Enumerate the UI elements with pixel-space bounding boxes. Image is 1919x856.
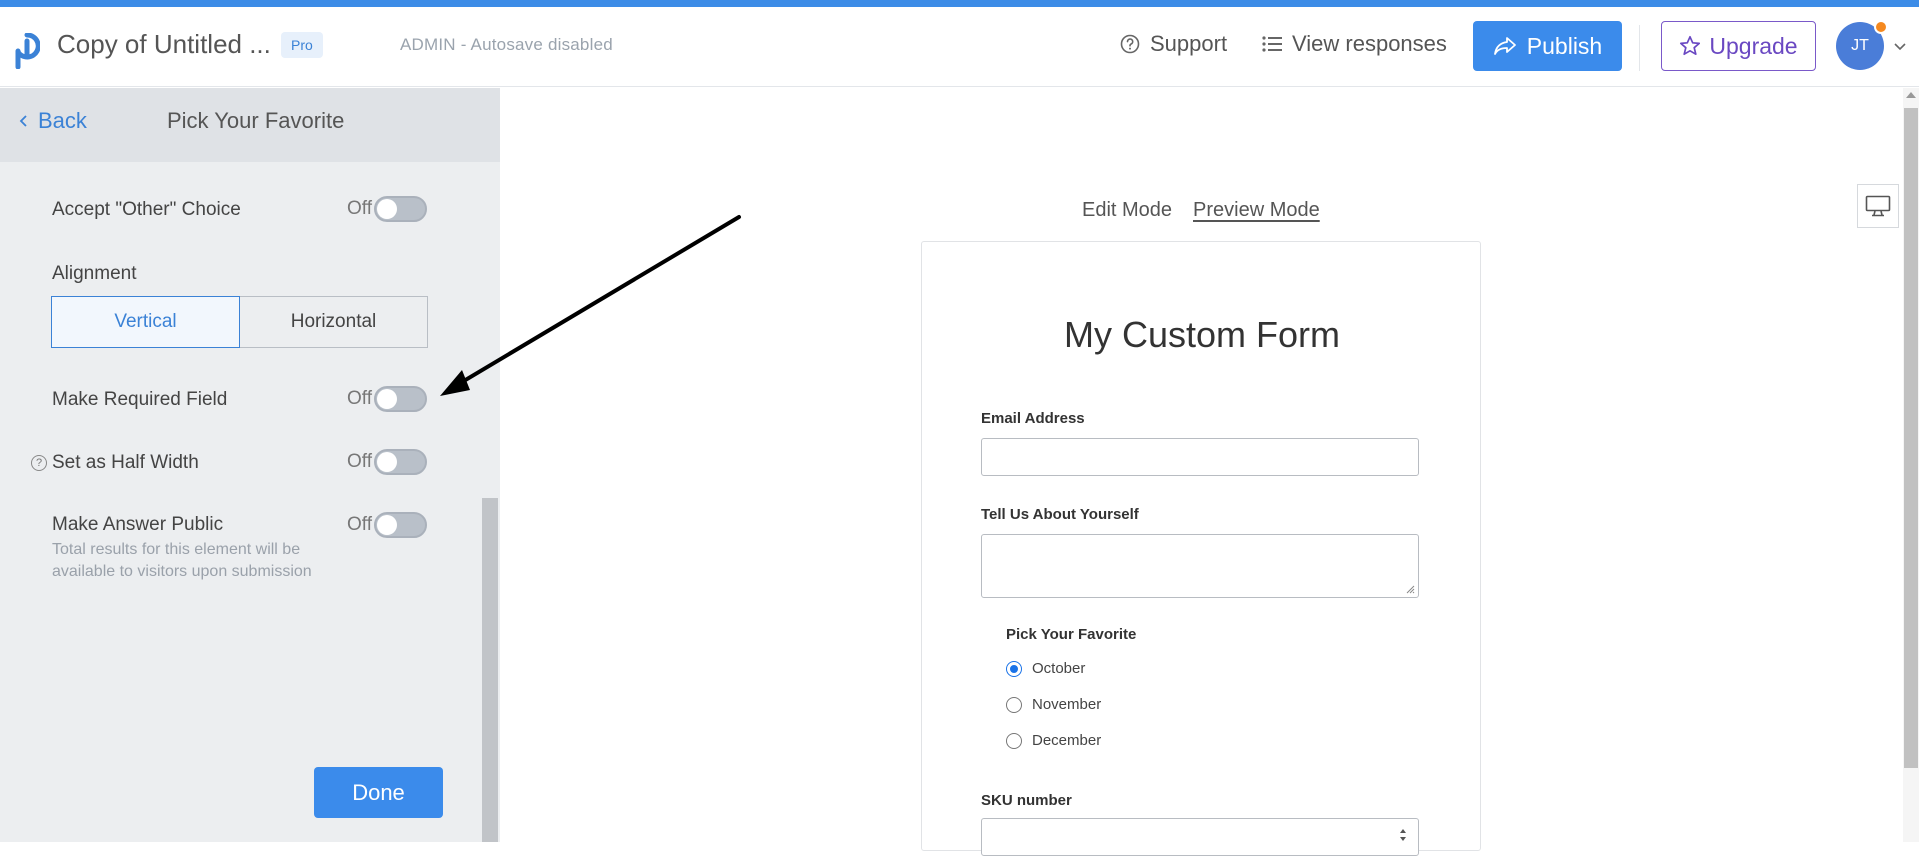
panel-scrollbar[interactable] xyxy=(482,498,498,842)
radio-december-button[interactable] xyxy=(1006,732,1022,749)
accept-other-toggle-group: Off xyxy=(347,196,427,222)
half-width-state: Off xyxy=(347,451,372,472)
radio-option-october[interactable]: October xyxy=(1006,660,1085,677)
alignment-segmented-control: Vertical Horizontal xyxy=(51,296,428,348)
half-width-toggle[interactable] xyxy=(374,449,427,475)
main-scrollbar-thumb[interactable] xyxy=(1904,108,1918,768)
radio-october-label: October xyxy=(1032,660,1086,677)
radio-october-button[interactable] xyxy=(1006,660,1022,677)
header-divider xyxy=(1639,25,1640,71)
panel-title: Pick Your Favorite xyxy=(167,108,345,133)
app-header: Copy of Untitled ... Pro ADMIN - Autosav… xyxy=(0,7,1919,87)
upgrade-label: Upgrade xyxy=(1709,32,1798,59)
chevron-down-icon[interactable] xyxy=(1893,42,1907,52)
alignment-vertical-option[interactable]: Vertical xyxy=(51,296,240,348)
accept-other-toggle[interactable] xyxy=(374,196,427,222)
done-button[interactable]: Done xyxy=(314,767,443,818)
public-answer-state: Off xyxy=(347,514,372,535)
question-circle-icon xyxy=(1120,34,1140,54)
panel-header: Back Pick Your Favorite xyxy=(0,88,500,162)
required-toggle[interactable] xyxy=(374,386,427,412)
preview-mode-tab[interactable]: Preview Mode xyxy=(1193,199,1320,222)
autosave-status: ADMIN - Autosave disabled xyxy=(400,35,613,54)
back-label: Back xyxy=(38,108,87,133)
required-state: Off xyxy=(347,388,372,409)
email-label: Email Address xyxy=(981,410,1085,427)
top-accent-stripe xyxy=(0,0,1919,7)
accept-other-state: Off xyxy=(347,198,372,219)
share-arrow-icon xyxy=(1493,37,1516,55)
public-answer-toggle-group: Off xyxy=(347,512,427,538)
public-answer-toggle[interactable] xyxy=(374,512,427,538)
email-field[interactable] xyxy=(981,438,1419,476)
public-answer-label: Make Answer Public xyxy=(52,514,224,535)
view-responses-link[interactable]: View responses xyxy=(1262,31,1447,57)
star-icon xyxy=(1680,35,1701,56)
list-icon xyxy=(1262,36,1282,52)
half-width-label: Set as Half Width xyxy=(52,452,199,473)
help-icon[interactable]: ? xyxy=(31,455,47,471)
form-card: My Custom Form Email Address Tell Us Abo… xyxy=(921,241,1481,856)
radio-november-label: November xyxy=(1032,696,1102,713)
chevron-left-icon xyxy=(19,115,27,127)
sku-label: SKU number xyxy=(981,792,1072,809)
radio-option-december[interactable]: December xyxy=(1006,732,1101,749)
sku-number-field[interactable] xyxy=(981,818,1419,856)
upgrade-button[interactable]: Upgrade xyxy=(1661,21,1816,71)
about-textarea[interactable] xyxy=(981,534,1419,598)
alignment-horizontal-option[interactable]: Horizontal xyxy=(240,296,428,348)
publish-label: Publish xyxy=(1526,32,1603,59)
resize-grip-icon[interactable] xyxy=(1405,584,1415,594)
about-label: Tell Us About Yourself xyxy=(981,506,1139,523)
public-answer-description: Total results for this element will be a… xyxy=(52,541,312,580)
number-spinner-icon[interactable] xyxy=(1398,827,1408,843)
radio-november-button[interactable] xyxy=(1006,696,1022,713)
publish-button[interactable]: Publish xyxy=(1473,21,1622,71)
half-width-toggle-group: Off xyxy=(347,449,427,475)
radio-december-label: December xyxy=(1032,732,1102,749)
required-field-label: Make Required Field xyxy=(52,389,228,410)
form-title[interactable]: Copy of Untitled ... xyxy=(57,29,271,60)
support-link[interactable]: Support xyxy=(1120,31,1227,57)
back-button[interactable]: Back xyxy=(18,108,87,134)
required-toggle-group: Off xyxy=(347,386,427,412)
alignment-label: Alignment xyxy=(52,263,137,284)
edit-mode-tab[interactable]: Edit Mode xyxy=(1082,199,1172,222)
radio-option-november[interactable]: November xyxy=(1006,696,1101,713)
element-settings-panel: Back Pick Your Favorite Accept "Other" C… xyxy=(0,88,500,842)
support-label: Support xyxy=(1150,31,1228,56)
notification-dot xyxy=(1874,20,1888,34)
form-heading: My Custom Form xyxy=(1063,314,1340,355)
favorite-label: Pick Your Favorite xyxy=(1006,626,1137,643)
device-preview-button[interactable] xyxy=(1857,184,1899,228)
brand-logo-icon[interactable] xyxy=(14,33,40,69)
scroll-up-arrow-icon[interactable] xyxy=(1906,92,1916,98)
pro-badge: Pro xyxy=(281,32,323,58)
view-responses-label: View responses xyxy=(1292,31,1447,56)
accept-other-label: Accept "Other" Choice xyxy=(52,199,241,220)
desktop-monitor-icon xyxy=(1865,195,1891,217)
